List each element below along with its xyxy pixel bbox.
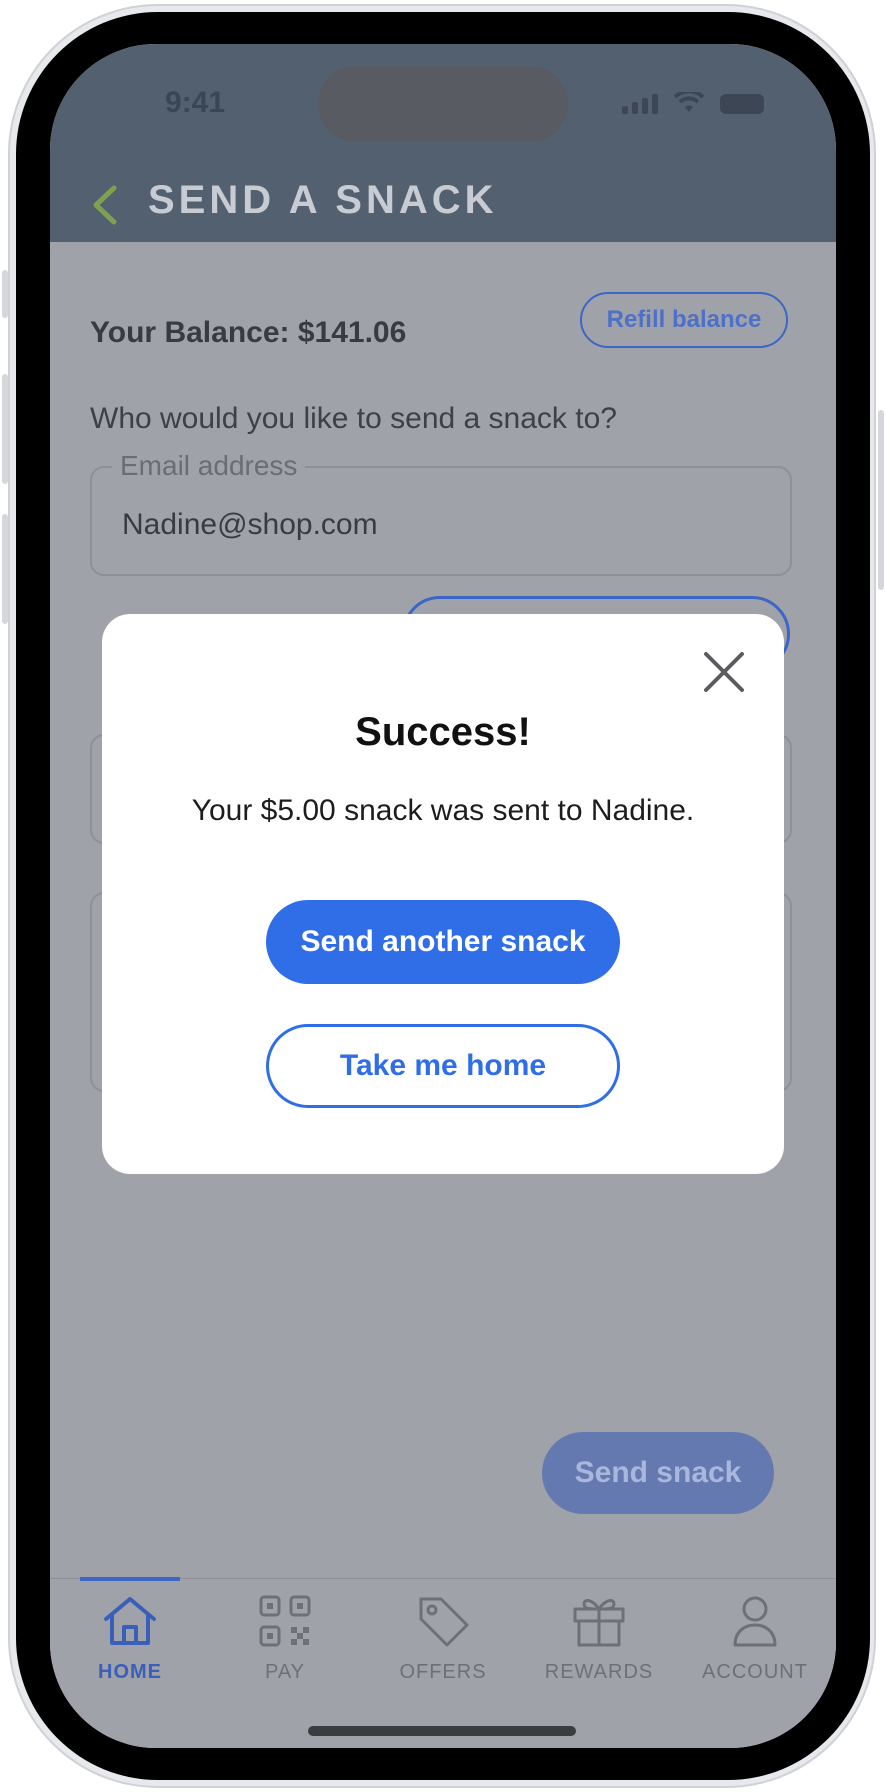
signal-icon <box>622 94 658 114</box>
send-another-snack-button[interactable]: Send another snack <box>266 900 620 984</box>
recipient-prompt: Who would you like to send a snack to? <box>90 402 617 435</box>
battery-icon <box>720 94 764 114</box>
tab-label-home: HOME <box>98 1661 162 1683</box>
tab-label-offers: OFFERS <box>399 1661 487 1683</box>
tab-offers[interactable]: OFFERS <box>368 1589 518 1699</box>
app-header: 9:41 SEND A SNACK <box>50 44 836 242</box>
tab-account[interactable]: ACCOUNT <box>680 1589 830 1699</box>
volume-down-button <box>2 514 8 624</box>
dialog-message: Your $5.00 snack was sent to Nadine. <box>191 794 695 827</box>
page-title: SEND A SNACK <box>148 178 498 222</box>
tab-pay[interactable]: PAY <box>210 1589 360 1699</box>
app-screen: 9:41 SEND A SNACK Your Balance: $141.06 … <box>50 44 836 1748</box>
email-field-label: Email address <box>112 450 306 482</box>
balance-text: Your Balance: $141.06 <box>90 316 407 349</box>
mute-switch <box>2 270 8 318</box>
dialog-title: Success! <box>355 710 531 754</box>
status-time: 9:41 <box>165 86 226 119</box>
success-dialog: Success! Your $5.00 snack was sent to Na… <box>102 614 784 1174</box>
qr-code-icon <box>259 1595 311 1647</box>
tab-label-rewards: REWARDS <box>544 1661 654 1683</box>
home-icon <box>104 1597 156 1645</box>
refill-balance-button[interactable]: Refill balance <box>580 292 788 348</box>
status-icons <box>622 92 764 114</box>
person-icon <box>733 1596 777 1647</box>
dynamic-island <box>318 66 568 142</box>
email-field[interactable]: Email address Nadine@shop.com <box>90 450 792 576</box>
tab-label-pay: PAY <box>264 1661 306 1683</box>
tab-rewards[interactable]: REWARDS <box>524 1589 674 1699</box>
take-me-home-button[interactable]: Take me home <box>266 1024 620 1108</box>
active-tab-indicator <box>80 1577 180 1581</box>
close-icon[interactable] <box>702 650 746 694</box>
power-button <box>878 410 884 590</box>
tab-bar: HOME PAY OFFERS REWARDS ACCOUNT <box>50 1577 836 1748</box>
wifi-icon <box>674 92 704 112</box>
tab-home[interactable]: HOME <box>55 1589 205 1699</box>
back-chevron-icon[interactable] <box>88 184 122 226</box>
gift-icon <box>573 1599 625 1647</box>
volume-up-button <box>2 374 8 484</box>
tab-label-account: ACCOUNT <box>702 1661 808 1683</box>
email-field-value: Nadine@shop.com <box>122 508 378 541</box>
home-indicator <box>308 1726 576 1736</box>
tag-icon <box>419 1597 469 1647</box>
send-snack-button[interactable]: Send snack <box>542 1432 774 1514</box>
